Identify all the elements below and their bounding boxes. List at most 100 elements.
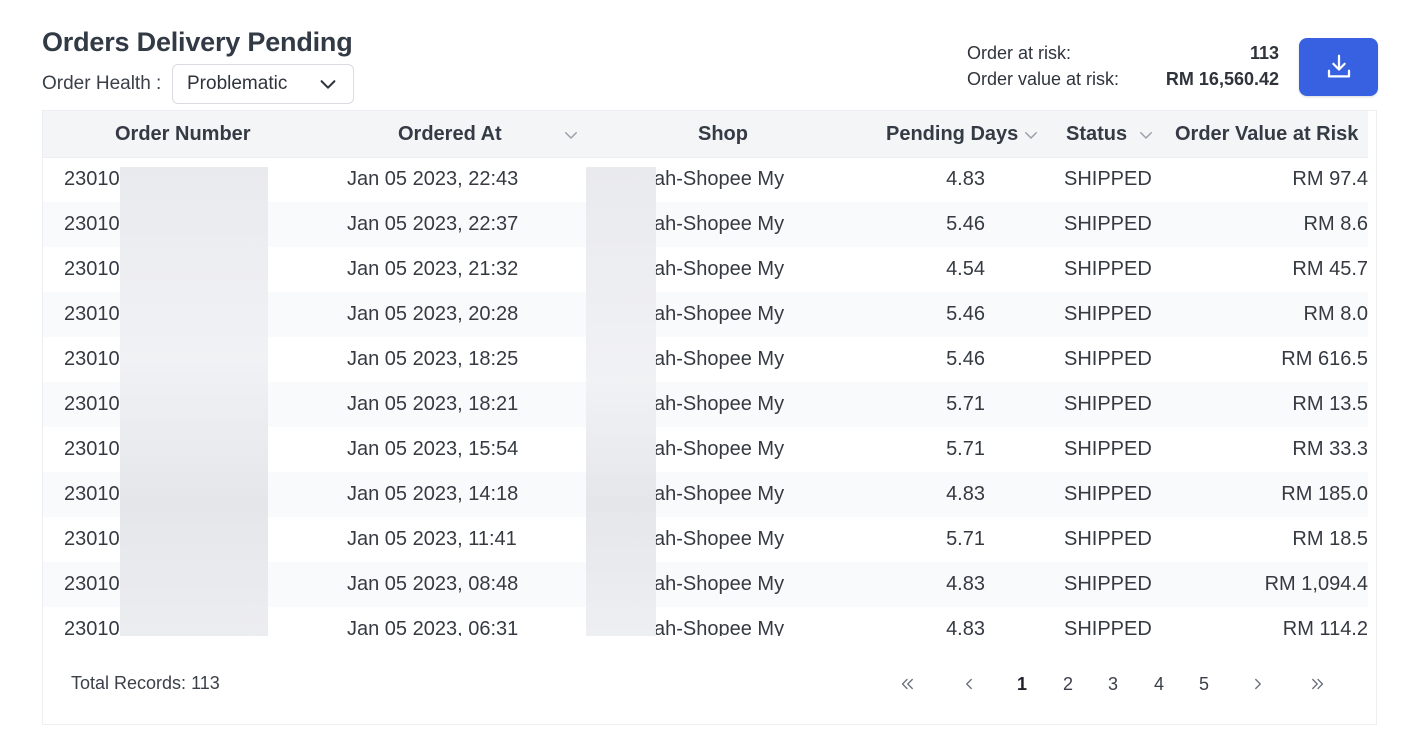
order-value-cell: RM 8.6 (1303, 213, 1368, 235)
risk-labels: Order at risk: Order value at risk: (967, 40, 1119, 92)
ordered-at-cell: Jan 05 2023, 14:18 (347, 483, 519, 505)
order-value-cell: RM 18.5 (1292, 528, 1368, 550)
order-number-cell: 23010 (64, 438, 120, 460)
order-number-cell: 23010 (64, 483, 120, 505)
chevron-down-icon[interactable] (562, 126, 580, 144)
order-value-cell: RM 114.2 (1282, 618, 1368, 636)
order-number-cell: 23010 (64, 258, 120, 280)
status-cell: SHIPPED (1064, 528, 1152, 550)
shop-cell: ah-Shopee My (654, 303, 785, 325)
order-number-cell: 23010 (64, 348, 120, 370)
column-status[interactable]: Status (1066, 111, 1155, 157)
shop-cell: ah-Shopee My (654, 348, 785, 370)
orders-panel: Order Number Ordered At Shop Pending Day… (42, 110, 1377, 725)
status-cell: SHIPPED (1064, 393, 1152, 415)
total-records-value: 113 (191, 673, 220, 693)
status-cell: SHIPPED (1064, 348, 1152, 370)
order-value-at-risk-label: Order value at risk: (967, 69, 1120, 89)
shop-cell: ah-Shopee My (654, 573, 785, 595)
total-records-label: Total Records: (71, 673, 187, 693)
ordered-at-cell: Jan 05 2023, 06:31 (347, 618, 519, 636)
column-pending-days[interactable]: Pending Days (886, 111, 1040, 157)
order-health-value: Problematic (187, 73, 288, 94)
shop-cell: ah-Shopee My (654, 483, 785, 505)
table-header: Order Number Ordered At Shop Pending Day… (43, 111, 1368, 158)
first-page-icon[interactable] (895, 671, 919, 693)
ordered-at-cell: Jan 05 2023, 20:28 (347, 303, 519, 325)
ordered-at-cell: Jan 05 2023, 18:25 (347, 348, 519, 370)
column-order-number[interactable]: Order Number (115, 111, 251, 157)
status-cell: SHIPPED (1064, 438, 1152, 460)
next-page-icon[interactable] (1246, 671, 1270, 693)
pending-days-cell: 5.71 (946, 528, 985, 550)
page-1-button[interactable]: 1 (1010, 671, 1034, 697)
order-at-risk-label: Order at risk: (967, 43, 1072, 63)
order-value-cell: RM 1,094.4 (1264, 573, 1368, 595)
ordered-at-cell: Jan 05 2023, 11:41 (347, 528, 517, 550)
pending-days-cell: 5.46 (946, 213, 985, 235)
order-number-cell: 23010 (64, 393, 120, 415)
pending-days-cell: 4.83 (946, 483, 985, 505)
order-value-cell: RM 45.7 (1292, 258, 1368, 280)
order-number-cell: 23010 (64, 573, 120, 595)
pending-days-cell: 5.71 (946, 438, 985, 460)
column-shop[interactable]: Shop (698, 111, 748, 157)
shop-cell: ah-Shopee My (654, 213, 785, 235)
order-value-cell: RM 185.0 (1281, 483, 1368, 505)
download-icon (1327, 54, 1350, 78)
order-number-cell: 23010 (64, 303, 120, 325)
last-page-icon[interactable] (1306, 671, 1330, 693)
column-order-value-at-risk[interactable]: Order Value at Risk (1175, 111, 1358, 157)
status-cell: SHIPPED (1064, 483, 1152, 505)
status-cell: SHIPPED (1064, 573, 1152, 595)
order-value-at-risk-value: RM 16,560.42 (1165, 69, 1279, 89)
ordered-at-cell: Jan 05 2023, 18:21 (347, 393, 519, 415)
pending-days-cell: 5.46 (946, 348, 985, 370)
total-records: Total Records: 113 (71, 673, 220, 694)
ordered-at-cell: Jan 05 2023, 15:54 (347, 438, 519, 460)
column-ordered-at[interactable]: Ordered At (398, 111, 580, 157)
shop-cell: ah-Shopee My (654, 168, 785, 190)
previous-page-icon[interactable] (957, 671, 981, 693)
order-number-cell: 23010 (64, 213, 120, 235)
ordered-at-cell: Jan 05 2023, 08:48 (347, 573, 519, 595)
page-4-button[interactable]: 4 (1147, 671, 1171, 697)
page-3-button[interactable]: 3 (1101, 671, 1125, 697)
shop-cell: ah-Shopee My (654, 438, 785, 460)
ordered-at-cell: Jan 05 2023, 22:43 (347, 168, 519, 190)
pending-days-cell: 4.54 (946, 258, 985, 280)
pending-days-cell: 5.46 (946, 303, 985, 325)
status-cell: SHIPPED (1064, 303, 1152, 325)
order-value-cell: RM 8.0 (1303, 303, 1368, 325)
shop-cell: ah-Shopee My (654, 618, 785, 636)
risk-values: 113 RM 16,560.42 (1166, 40, 1279, 92)
status-cell: SHIPPED (1064, 168, 1152, 190)
order-value-cell: RM 616.5 (1281, 348, 1368, 370)
pending-days-cell: 4.83 (946, 618, 985, 636)
order-health-select[interactable]: Problematic (172, 64, 354, 104)
order-value-cell: RM 33.3 (1292, 438, 1368, 460)
order-health-label: Order Health : (42, 73, 162, 94)
status-cell: SHIPPED (1064, 213, 1152, 235)
order-at-risk-value: 113 (1249, 43, 1279, 63)
redacted-order-numbers (120, 167, 268, 636)
order-value-cell: RM 13.5 (1292, 393, 1368, 415)
pending-days-cell: 5.71 (946, 393, 985, 415)
shop-cell: ah-Shopee My (654, 393, 785, 415)
page-title: Orders Delivery Pending (42, 27, 353, 57)
status-cell: SHIPPED (1064, 258, 1152, 280)
status-cell: SHIPPED (1064, 618, 1152, 636)
page-2-button[interactable]: 2 (1056, 671, 1080, 697)
order-number-cell: 23010 (64, 618, 120, 636)
pending-days-cell: 4.83 (946, 573, 985, 595)
chevron-down-icon (320, 80, 336, 89)
order-number-cell: 23010 (64, 168, 120, 190)
orders-table: Order Number Ordered At Shop Pending Day… (43, 111, 1368, 636)
order-value-cell: RM 97.4 (1292, 168, 1368, 190)
chevron-down-icon[interactable] (1137, 126, 1155, 144)
shop-cell: ah-Shopee My (654, 528, 785, 550)
download-button[interactable] (1299, 38, 1378, 96)
page-5-button[interactable]: 5 (1192, 671, 1216, 697)
shop-cell: ah-Shopee My (654, 258, 785, 280)
chevron-down-icon[interactable] (1022, 126, 1040, 144)
